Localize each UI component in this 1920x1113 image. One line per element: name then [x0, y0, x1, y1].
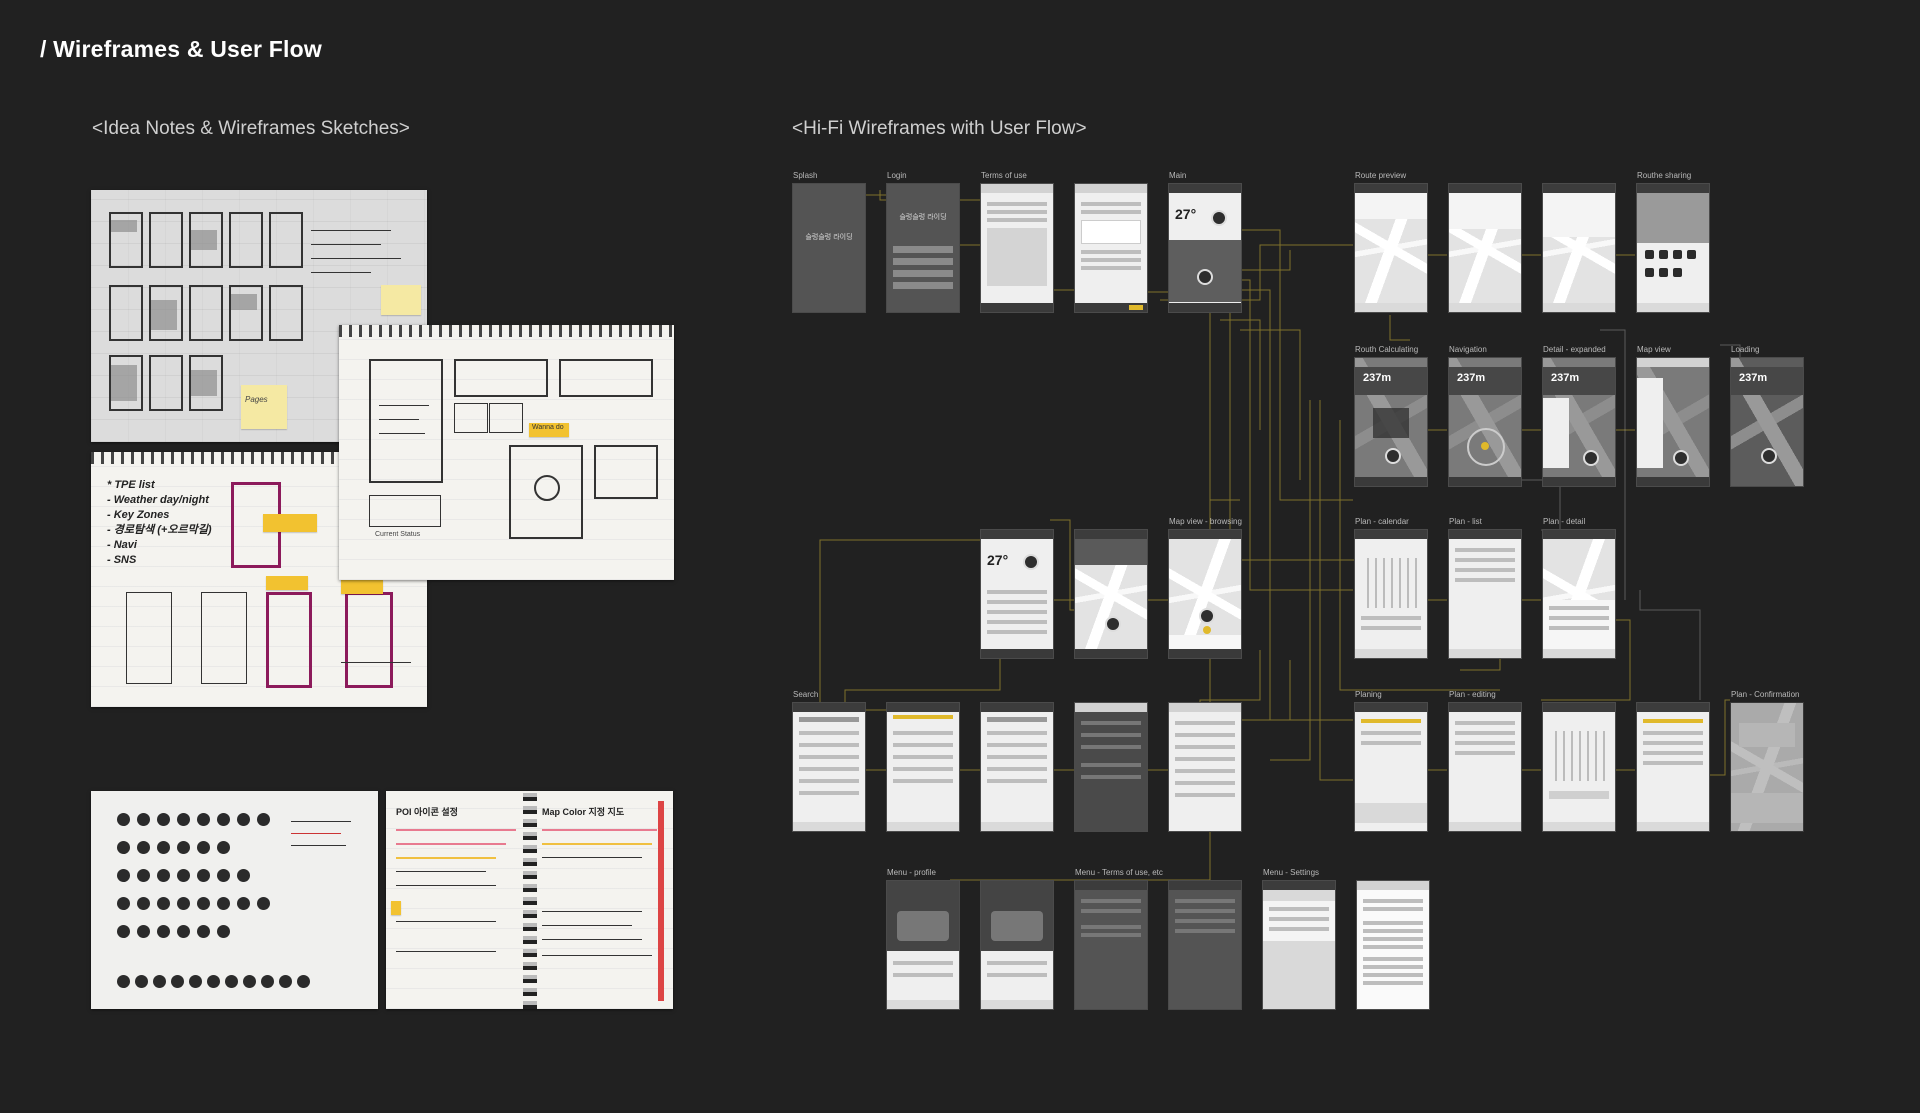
screen-label: Planing — [1355, 690, 1382, 699]
screen-menu-settings — [1262, 880, 1336, 1010]
screen-loading: 237m — [1730, 357, 1804, 487]
screen-detail-expanded: 237m — [1542, 357, 1616, 487]
screen-route-preview — [1354, 183, 1428, 313]
screen-menu-terms-2 — [1168, 880, 1242, 1010]
screen-menu-profile — [886, 880, 960, 1010]
screen-label: Plan - Confirmation — [1731, 690, 1800, 699]
map-color-title: Map Color 지정 지도 — [542, 807, 625, 817]
sketch-note-wanna-do: Wanna do — [532, 424, 564, 431]
screen-route-calculating: 237m — [1354, 357, 1428, 487]
screen-label: Plan - list — [1449, 517, 1482, 526]
wireframes-section-title: <Hi-Fi Wireframes with User Flow> — [792, 118, 1087, 139]
screen-plan-date — [1542, 702, 1616, 832]
sketches-section-title: <Idea Notes & Wireframes Sketches> — [92, 118, 410, 139]
screen-label: Route preview — [1355, 171, 1407, 180]
tpe-list-item: - Weather day/night — [107, 494, 209, 506]
screen-label: Map view - browsing — [1169, 517, 1242, 526]
screen-label: Main — [1169, 171, 1187, 180]
screen-label: Splash — [793, 171, 818, 180]
screen-label: Routh Calculating — [1355, 345, 1419, 354]
screen-planing — [1354, 702, 1428, 832]
sketch-photo-icons — [91, 791, 378, 1009]
screen-menu-terms — [1074, 880, 1148, 1010]
screen-search-dark — [1074, 702, 1148, 832]
screen-label: Detail - expanded — [1543, 345, 1606, 354]
screen-label: Navigation — [1449, 345, 1487, 354]
screen-label: Loading — [1731, 345, 1760, 354]
screen-plan-detail — [1542, 529, 1616, 659]
screen-label: Menu - Settings — [1263, 868, 1320, 877]
screen-terms-2 — [1074, 183, 1148, 313]
screen-route-preview-3 — [1542, 183, 1616, 313]
tpe-list-item: - Navi — [107, 539, 137, 551]
screen-menu-text — [1356, 880, 1430, 1010]
screen-route-sharing — [1636, 183, 1710, 313]
login-logo: 슬렁슬렁 라이딩 — [899, 214, 947, 221]
screen-plan-route — [1636, 702, 1710, 832]
screen-navigation: 237m — [1448, 357, 1522, 487]
screen-search-results — [1168, 702, 1242, 832]
screen-plan-list — [1448, 529, 1522, 659]
screen-terms — [980, 183, 1054, 313]
page-title: / Wireframes & User Flow — [40, 36, 322, 62]
poi-icon-title: POI 아이콘 설정 — [396, 807, 458, 817]
tpe-list-item: - Key Zones — [107, 509, 170, 521]
distance-readout: 237m — [1457, 372, 1486, 384]
sketch-note-current-status: Current Status — [375, 531, 421, 538]
screen-label: Login — [887, 171, 907, 180]
screen-search — [792, 702, 866, 832]
screen-search-3 — [980, 702, 1054, 832]
screen-plan-editing — [1448, 702, 1522, 832]
distance-readout: 237m — [1363, 372, 1392, 384]
screen-plan-confirmation — [1730, 702, 1804, 832]
distance-readout: 237m — [1551, 372, 1580, 384]
main-temperature: 27° — [987, 552, 1009, 568]
screen-splash: 슬렁슬렁 라이딩 — [792, 183, 866, 313]
tpe-list-item: - 경로탐색 (+오르막길) — [107, 524, 212, 536]
sketch-photo-2: Wanna do Current Status — [339, 325, 674, 580]
screen-login: 슬렁슬렁 라이딩 — [886, 183, 960, 313]
tpe-list-item: - SNS — [107, 554, 137, 566]
screen-label: Menu - profile — [887, 868, 936, 877]
screen-label: Plan - detail — [1543, 517, 1586, 526]
screen-map-main — [1074, 529, 1148, 659]
screen-main-expanded: 27° — [980, 529, 1054, 659]
screen-menu-profile-edit — [980, 880, 1054, 1010]
sketch-note-pages: Pages — [245, 395, 268, 404]
screen-map-view — [1636, 357, 1710, 487]
screen-plan-calendar — [1354, 529, 1428, 659]
screen-label: Map view — [1637, 345, 1671, 354]
screen-search-2 — [886, 702, 960, 832]
screen-label: Routhe sharing — [1637, 171, 1692, 180]
screen-label: Plan - calendar — [1355, 517, 1409, 526]
main-temperature: 27° — [1175, 206, 1197, 222]
splash-logo: 슬렁슬렁 라이딩 — [805, 234, 853, 241]
screen-label: Plan - editing — [1449, 690, 1496, 699]
screen-label: Terms of use — [981, 171, 1027, 180]
screen-label: Search — [793, 690, 819, 699]
screen-route-preview-2 — [1448, 183, 1522, 313]
screen-map-browsing — [1168, 529, 1242, 659]
distance-readout: 237m — [1739, 372, 1768, 384]
sketch-photo-color-notes: POI 아이콘 설정 Map Color 지정 지도 — [386, 791, 673, 1009]
screen-label: Menu - Terms of use, etc — [1075, 868, 1163, 877]
tpe-list-item: * TPE list — [107, 479, 155, 491]
screen-main: 27° — [1168, 183, 1242, 313]
